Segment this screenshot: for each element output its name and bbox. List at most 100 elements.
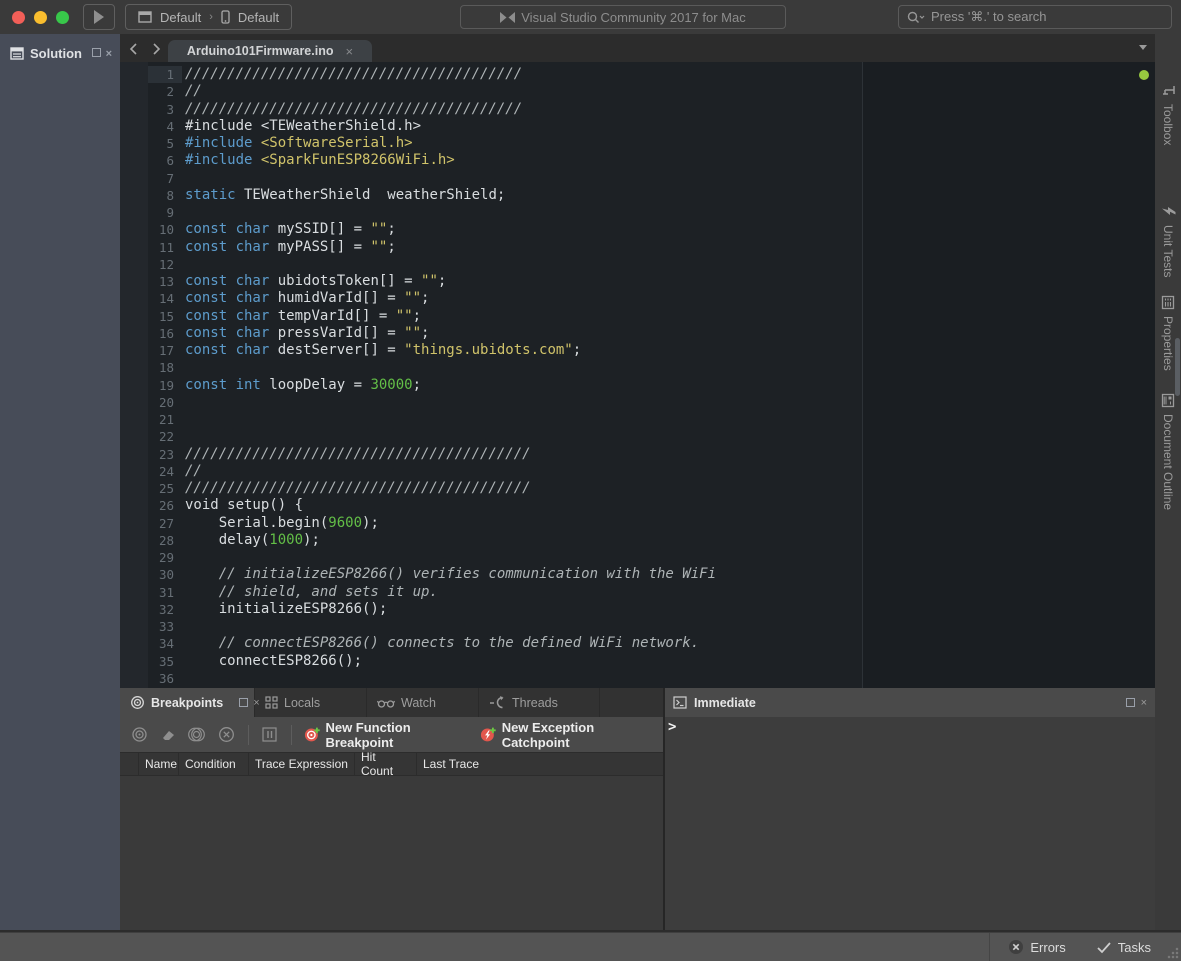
column-header-name[interactable]: Name bbox=[138, 753, 178, 775]
code-line[interactable]: 36 bbox=[120, 670, 1141, 687]
close-window-button[interactable] bbox=[12, 11, 25, 24]
zoom-window-button[interactable] bbox=[56, 11, 69, 24]
line-number: 13 bbox=[120, 273, 182, 290]
eraser-icon bbox=[160, 728, 176, 742]
debug-tab-threads[interactable]: Threads bbox=[479, 688, 600, 717]
code-line[interactable]: 2// bbox=[120, 83, 1141, 100]
code-line[interactable]: 23//////////////////////////////////////… bbox=[120, 446, 1141, 463]
column-header-trace-expression[interactable]: Trace Expression bbox=[248, 753, 354, 775]
right-tab-toolbox[interactable]: Toolbox bbox=[1155, 84, 1181, 145]
new-exception-catchpoint-button[interactable]: New Exception Catchpoint bbox=[480, 720, 653, 750]
dock-icon[interactable] bbox=[92, 48, 101, 57]
code-line[interactable]: 26void setup() { bbox=[120, 497, 1141, 514]
breakpoints-table-body[interactable] bbox=[120, 777, 663, 930]
code-line[interactable]: 11const char myPASS[] = ""; bbox=[120, 239, 1141, 256]
code-line[interactable]: 18 bbox=[120, 359, 1141, 376]
line-number: 7 bbox=[120, 170, 182, 187]
debug-tab-breakpoints[interactable]: Breakpoints× bbox=[120, 688, 255, 717]
column-header-hit-count[interactable]: Hit Count bbox=[354, 753, 416, 775]
column-header-condition[interactable]: Condition bbox=[178, 753, 248, 775]
run-configuration-selector[interactable]: Default › Default bbox=[125, 4, 292, 30]
analysis-status-dot[interactable] bbox=[1139, 70, 1149, 80]
clear-breakpoint-button[interactable] bbox=[159, 728, 178, 742]
code-line[interactable]: 27 Serial.begin(9600); bbox=[120, 515, 1141, 532]
immediate-console[interactable]: > bbox=[665, 717, 1155, 930]
bottom-panels: Breakpoints×LocalsWatchThreads bbox=[120, 688, 1155, 930]
code-line[interactable]: 12 bbox=[120, 256, 1141, 273]
close-pad-icon[interactable]: × bbox=[1141, 697, 1147, 709]
debug-tab-label: Breakpoints bbox=[151, 696, 223, 710]
code-line[interactable]: 15const char tempVarId[] = ""; bbox=[120, 308, 1141, 325]
close-pad-icon[interactable]: × bbox=[106, 48, 112, 60]
code-line[interactable]: 19const int loopDelay = 30000; bbox=[120, 377, 1141, 394]
code-line[interactable]: 33 bbox=[120, 618, 1141, 635]
code-text: delay(1000); bbox=[182, 532, 320, 549]
code-text: void setup() { bbox=[182, 497, 303, 514]
titlebar: Default › Default Visual Studio Communit… bbox=[0, 0, 1181, 34]
code-line[interactable]: 7 bbox=[120, 170, 1141, 187]
tasks-button[interactable]: Tasks bbox=[1096, 940, 1151, 955]
line-number: 11 bbox=[120, 239, 182, 256]
remove-all-breakpoints-button[interactable] bbox=[217, 726, 236, 743]
code-line[interactable]: 25//////////////////////////////////////… bbox=[120, 480, 1141, 497]
dock-icon[interactable] bbox=[1126, 698, 1135, 707]
close-tab-icon[interactable]: × bbox=[345, 44, 353, 59]
code-line[interactable]: 6#include <SparkFunESP8266WiFi.h> bbox=[120, 152, 1141, 169]
code-lines: 1///////////////////////////////////////… bbox=[120, 66, 1141, 688]
toolbar-separator bbox=[248, 725, 249, 745]
column-header-last-trace[interactable]: Last Trace bbox=[416, 753, 494, 775]
code-editor[interactable]: 1///////////////////////////////////////… bbox=[120, 62, 1155, 688]
code-line[interactable]: 14const char humidVarId[] = ""; bbox=[120, 290, 1141, 307]
code-line[interactable]: 24// bbox=[120, 463, 1141, 480]
code-line[interactable]: 22 bbox=[120, 428, 1141, 445]
columns-options-button[interactable] bbox=[260, 727, 279, 742]
code-line[interactable]: 32 initializeESP8266(); bbox=[120, 601, 1141, 618]
code-text bbox=[182, 618, 185, 635]
code-line[interactable]: 13const char ubidotsToken[] = ""; bbox=[120, 273, 1141, 290]
tab-list-dropdown-icon[interactable] bbox=[1139, 45, 1147, 50]
document-tab[interactable]: Arduino101Firmware.ino × bbox=[168, 40, 372, 62]
code-line[interactable]: 28 delay(1000); bbox=[120, 532, 1141, 549]
code-line[interactable]: 3///////////////////////////////////////… bbox=[120, 101, 1141, 118]
new-breakpoint-button[interactable] bbox=[130, 726, 149, 743]
resize-grip[interactable] bbox=[1167, 947, 1179, 959]
window-scrollbar-thumb[interactable] bbox=[1175, 338, 1180, 396]
disable-all-breakpoints-button[interactable] bbox=[187, 726, 207, 743]
code-line[interactable]: 21 bbox=[120, 411, 1141, 428]
right-tab-unit-tests[interactable]: Unit Tests bbox=[1155, 204, 1181, 277]
minimize-window-button[interactable] bbox=[34, 11, 47, 24]
line-number: 31 bbox=[120, 584, 182, 601]
code-line[interactable]: 34 // connectESP8266() connects to the d… bbox=[120, 635, 1141, 652]
right-tab-document-outline[interactable]: Document Outline bbox=[1155, 394, 1181, 510]
code-line[interactable]: 17const char destServer[] = "things.ubid… bbox=[120, 342, 1141, 359]
line-number: 24 bbox=[120, 463, 182, 480]
navigate-back-button[interactable] bbox=[124, 40, 142, 58]
code-line[interactable]: 16const char pressVarId[] = ""; bbox=[120, 325, 1141, 342]
code-line[interactable]: 8static TEWeatherShield weatherShield; bbox=[120, 187, 1141, 204]
code-line[interactable]: 1///////////////////////////////////////… bbox=[120, 66, 1141, 83]
code-text: const char mySSID[] = ""; bbox=[182, 221, 396, 238]
breakpoints-toolbar: New Function Breakpoint New Exception Ca… bbox=[120, 717, 663, 752]
code-line[interactable]: 35 connectESP8266(); bbox=[120, 653, 1141, 670]
navigate-forward-button[interactable] bbox=[148, 40, 166, 58]
debug-tab-locals[interactable]: Locals bbox=[255, 688, 367, 717]
new-function-breakpoint-button[interactable]: New Function Breakpoint bbox=[304, 720, 470, 750]
errors-button[interactable]: Errors bbox=[1008, 939, 1065, 955]
code-line[interactable]: 31 // shield, and sets it up. bbox=[120, 584, 1141, 601]
code-line[interactable]: 20 bbox=[120, 394, 1141, 411]
app-title: Visual Studio Community 2017 for Mac bbox=[521, 10, 745, 25]
debug-tab-watch[interactable]: Watch bbox=[367, 688, 479, 717]
global-search-input[interactable]: Press '⌘.' to search bbox=[898, 5, 1172, 29]
code-text: ////////////////////////////////////////… bbox=[182, 446, 531, 463]
code-line[interactable]: 30 // initializeESP8266() verifies commu… bbox=[120, 566, 1141, 583]
dock-icon[interactable] bbox=[239, 698, 248, 707]
line-number: 26 bbox=[120, 497, 182, 514]
code-line[interactable]: 9 bbox=[120, 204, 1141, 221]
debug-tab-label: Locals bbox=[284, 696, 320, 710]
right-tab-label: Properties bbox=[1161, 316, 1175, 371]
run-button[interactable] bbox=[83, 4, 115, 30]
code-line[interactable]: 5#include <SoftwareSerial.h> bbox=[120, 135, 1141, 152]
code-line[interactable]: 29 bbox=[120, 549, 1141, 566]
code-line[interactable]: 4#include <TEWeatherShield.h> bbox=[120, 118, 1141, 135]
code-line[interactable]: 10const char mySSID[] = ""; bbox=[120, 221, 1141, 238]
